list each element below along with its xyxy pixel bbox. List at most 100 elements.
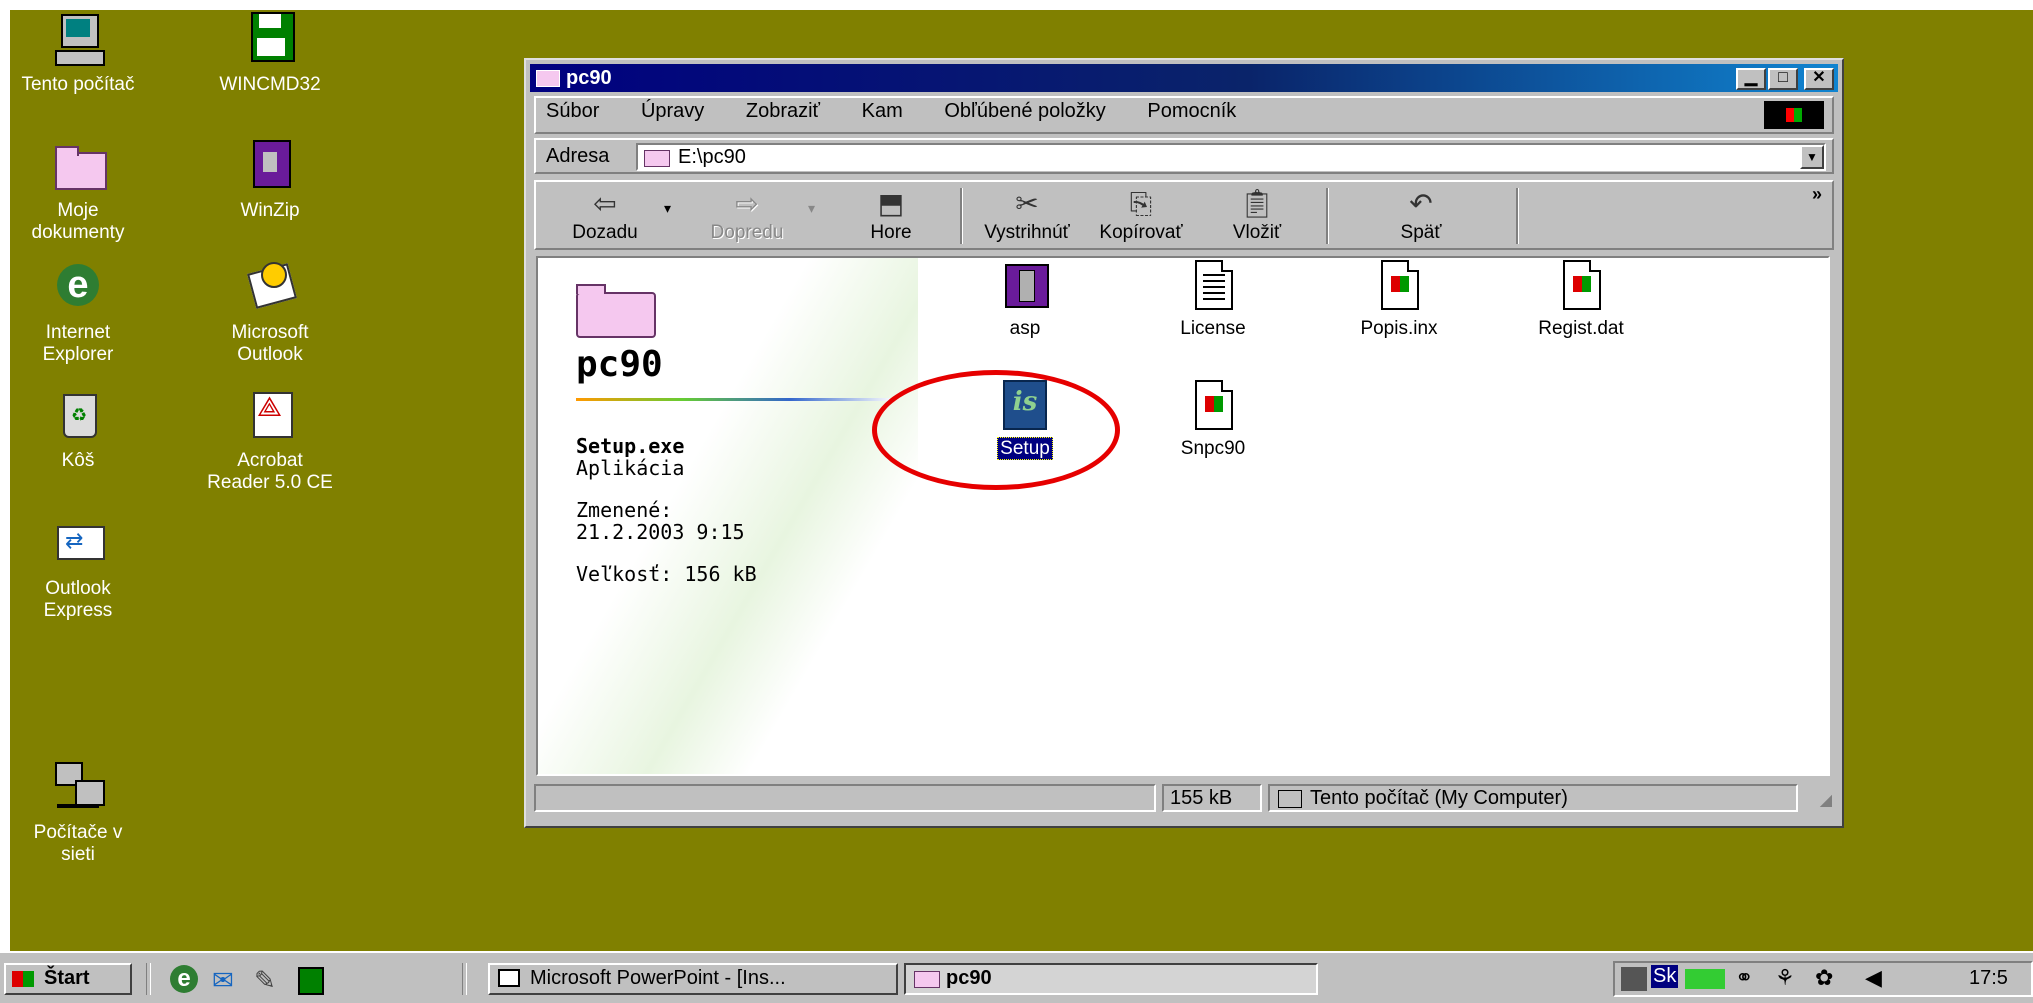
back-button[interactable]: ⇦ Dozadu xyxy=(550,186,660,244)
file-item-regist-dat[interactable]: Regist.dat xyxy=(1516,260,1646,340)
compressed-archive-icon xyxy=(1001,260,1049,312)
outlook-express-icon[interactable]: ✉ xyxy=(212,965,234,996)
file-item-license[interactable]: License xyxy=(1148,260,1278,340)
close-icon: ✕ xyxy=(1812,69,1826,86)
back-arrow-icon: ⇦ xyxy=(593,188,617,219)
file-label: asp xyxy=(1009,318,1041,339)
start-button[interactable]: Štart xyxy=(4,963,132,995)
tray-connection-icon[interactable]: ⚘ xyxy=(1775,965,1795,991)
back-label: Dozadu xyxy=(572,222,638,243)
toolbar-overflow-button[interactable]: » xyxy=(1812,184,1822,205)
close-button[interactable]: ✕ xyxy=(1804,68,1834,90)
file-size: Veľkosť: 156 kB xyxy=(576,562,757,586)
desktop-icon-network[interactable]: Počítače v sieti xyxy=(0,760,158,866)
my-computer-icon xyxy=(51,12,105,66)
file-label: Regist.dat xyxy=(1538,318,1624,339)
minimize-button[interactable]: ▁ xyxy=(1736,68,1766,90)
status-bar: 155 kB Tento počítač (My Computer) ◢ xyxy=(534,784,1834,814)
paste-label: Vložiť xyxy=(1232,222,1282,243)
address-input[interactable]: E:\pc90 ▼ xyxy=(636,143,1826,171)
file-item-popis-inx[interactable]: Popis.inx xyxy=(1334,260,1464,340)
recycle-bin-icon: ♻ xyxy=(51,388,105,442)
internet-explorer-icon: e xyxy=(51,260,105,314)
minimize-icon: ▁ xyxy=(1744,69,1758,86)
tray-green-icon[interactable] xyxy=(1685,969,1725,989)
undo-button[interactable]: ↶ Späť xyxy=(1366,186,1476,244)
resize-grip-icon[interactable]: ◢ xyxy=(1820,790,1832,810)
address-label: Adresa xyxy=(546,145,610,167)
desktop-icon-microsoft-outlook[interactable]: Microsoft Outlook xyxy=(190,260,350,366)
outlook-express-icon: ⇄ xyxy=(51,516,105,570)
folder-icon xyxy=(914,971,940,988)
forward-arrow-icon: ⇨ xyxy=(735,188,759,219)
pen-icon[interactable]: ✎ xyxy=(254,965,276,996)
taskbar-item-label: pc90 xyxy=(946,967,992,989)
taskbar-separator xyxy=(462,963,467,995)
taskbar-item-pc90[interactable]: pc90 xyxy=(904,963,1318,995)
forward-label: Dopredu xyxy=(710,222,784,243)
taskbar-item-label: Microsoft PowerPoint - [Ins... xyxy=(530,967,786,989)
up-button[interactable]: ⬒ Hore xyxy=(836,186,946,244)
desktop-icon-acrobat-reader[interactable]: ⟁ Acrobat Reader 5.0 CE xyxy=(190,388,350,494)
folder-icon xyxy=(536,70,560,87)
menu-help[interactable]: Pomocník xyxy=(1147,100,1236,122)
menu-go[interactable]: Kam xyxy=(862,100,903,122)
address-value: E:\pc90 xyxy=(678,146,746,168)
menu-view[interactable]: Zobraziť xyxy=(746,100,820,122)
tray-app-icon[interactable] xyxy=(1621,967,1647,991)
menu-edit[interactable]: Úpravy xyxy=(641,100,704,122)
tray-network-icon[interactable]: ⚭ xyxy=(1735,965,1753,991)
winzip-icon xyxy=(243,138,297,192)
paste-button[interactable]: 📋︎ Vložiť xyxy=(1202,186,1312,244)
forward-button[interactable]: ⇨ Dopredu xyxy=(692,186,802,244)
maximize-button[interactable]: □ xyxy=(1768,68,1798,90)
gradient-divider xyxy=(576,398,896,401)
selected-file-name: Setup.exe xyxy=(576,434,685,458)
menu-favorites[interactable]: Obľúbené položky xyxy=(944,100,1106,122)
speaker-icon[interactable]: ◀ xyxy=(1865,965,1882,991)
chevron-down-icon: ▼ xyxy=(1806,150,1818,164)
cut-label: Vystrihnúť xyxy=(984,222,1070,243)
toolbar-separator xyxy=(1326,188,1329,244)
start-label: Štart xyxy=(44,967,90,989)
toolbar-separator xyxy=(960,188,963,244)
floppy-disk-icon[interactable] xyxy=(298,967,324,995)
system-tray: Sk ⚭ ⚘ ✿ ◀ 17:5 xyxy=(1613,961,2033,997)
clock[interactable]: 17:5 xyxy=(1969,967,2008,990)
windows-file-icon xyxy=(1375,260,1423,312)
language-indicator[interactable]: Sk xyxy=(1651,965,1679,988)
desktop-icon-wincmd32[interactable]: WINCMD32 xyxy=(190,12,350,96)
status-location: Tento počítač (My Computer) xyxy=(1268,784,1798,812)
folder-icon xyxy=(644,150,670,167)
address-dropdown-button[interactable]: ▼ xyxy=(1800,145,1824,169)
tray-tool-icon[interactable]: ✿ xyxy=(1815,965,1833,991)
desktop-icon-my-documents[interactable]: Moje dokumenty xyxy=(0,138,158,244)
windows-file-icon xyxy=(1557,260,1605,312)
clipboard-icon: 📋︎ xyxy=(1239,188,1275,219)
file-item-snpc90[interactable]: Snpc90 xyxy=(1148,380,1278,460)
desktop-icon-internet-explorer[interactable]: e Internet Explorer xyxy=(0,260,158,366)
taskbar-item-powerpoint[interactable]: Microsoft PowerPoint - [Ins... xyxy=(488,963,898,995)
menu-file[interactable]: Súbor xyxy=(546,100,599,122)
file-type: Aplikácia xyxy=(576,456,685,480)
desktop-icon-recycle-bin[interactable]: ♻ Kôš xyxy=(0,388,158,472)
copy-button[interactable]: ⎘ Kopírovať xyxy=(1086,186,1196,244)
modified-value: 21.2.2003 9:15 xyxy=(576,520,745,544)
copy-label: Kopírovať xyxy=(1099,222,1183,243)
standard-toolbar: ⇦ Dozadu ▾ ⇨ Dopredu ▾ ⬒ Hore ✂ Vystrihn… xyxy=(534,180,1834,250)
internet-explorer-icon[interactable]: e xyxy=(170,965,198,993)
desktop-icon-outlook-express[interactable]: ⇄ Outlook Express xyxy=(0,516,158,622)
back-dropdown-icon[interactable]: ▾ xyxy=(664,200,671,217)
taskbar-separator xyxy=(146,963,151,995)
copy-icon: ⎘ xyxy=(1129,188,1153,219)
desktop-icon-my-computer[interactable]: Tento počítač xyxy=(0,12,158,96)
file-item-asp[interactable]: asp xyxy=(960,260,1090,340)
file-label: Snpc90 xyxy=(1180,438,1246,459)
file-label: Popis.inx xyxy=(1360,318,1438,339)
cut-button[interactable]: ✂ Vystrihnúť xyxy=(972,186,1082,244)
forward-dropdown-icon[interactable]: ▾ xyxy=(808,200,815,217)
explorer-window: pc90 ▁ □ ✕ Súbor Úpravy Zobraziť Kam Obľ… xyxy=(524,58,1844,828)
title-bar[interactable]: pc90 ▁ □ ✕ xyxy=(530,64,1838,92)
desktop-icon-winzip[interactable]: WinZip xyxy=(190,138,350,222)
powerpoint-icon xyxy=(498,969,520,987)
